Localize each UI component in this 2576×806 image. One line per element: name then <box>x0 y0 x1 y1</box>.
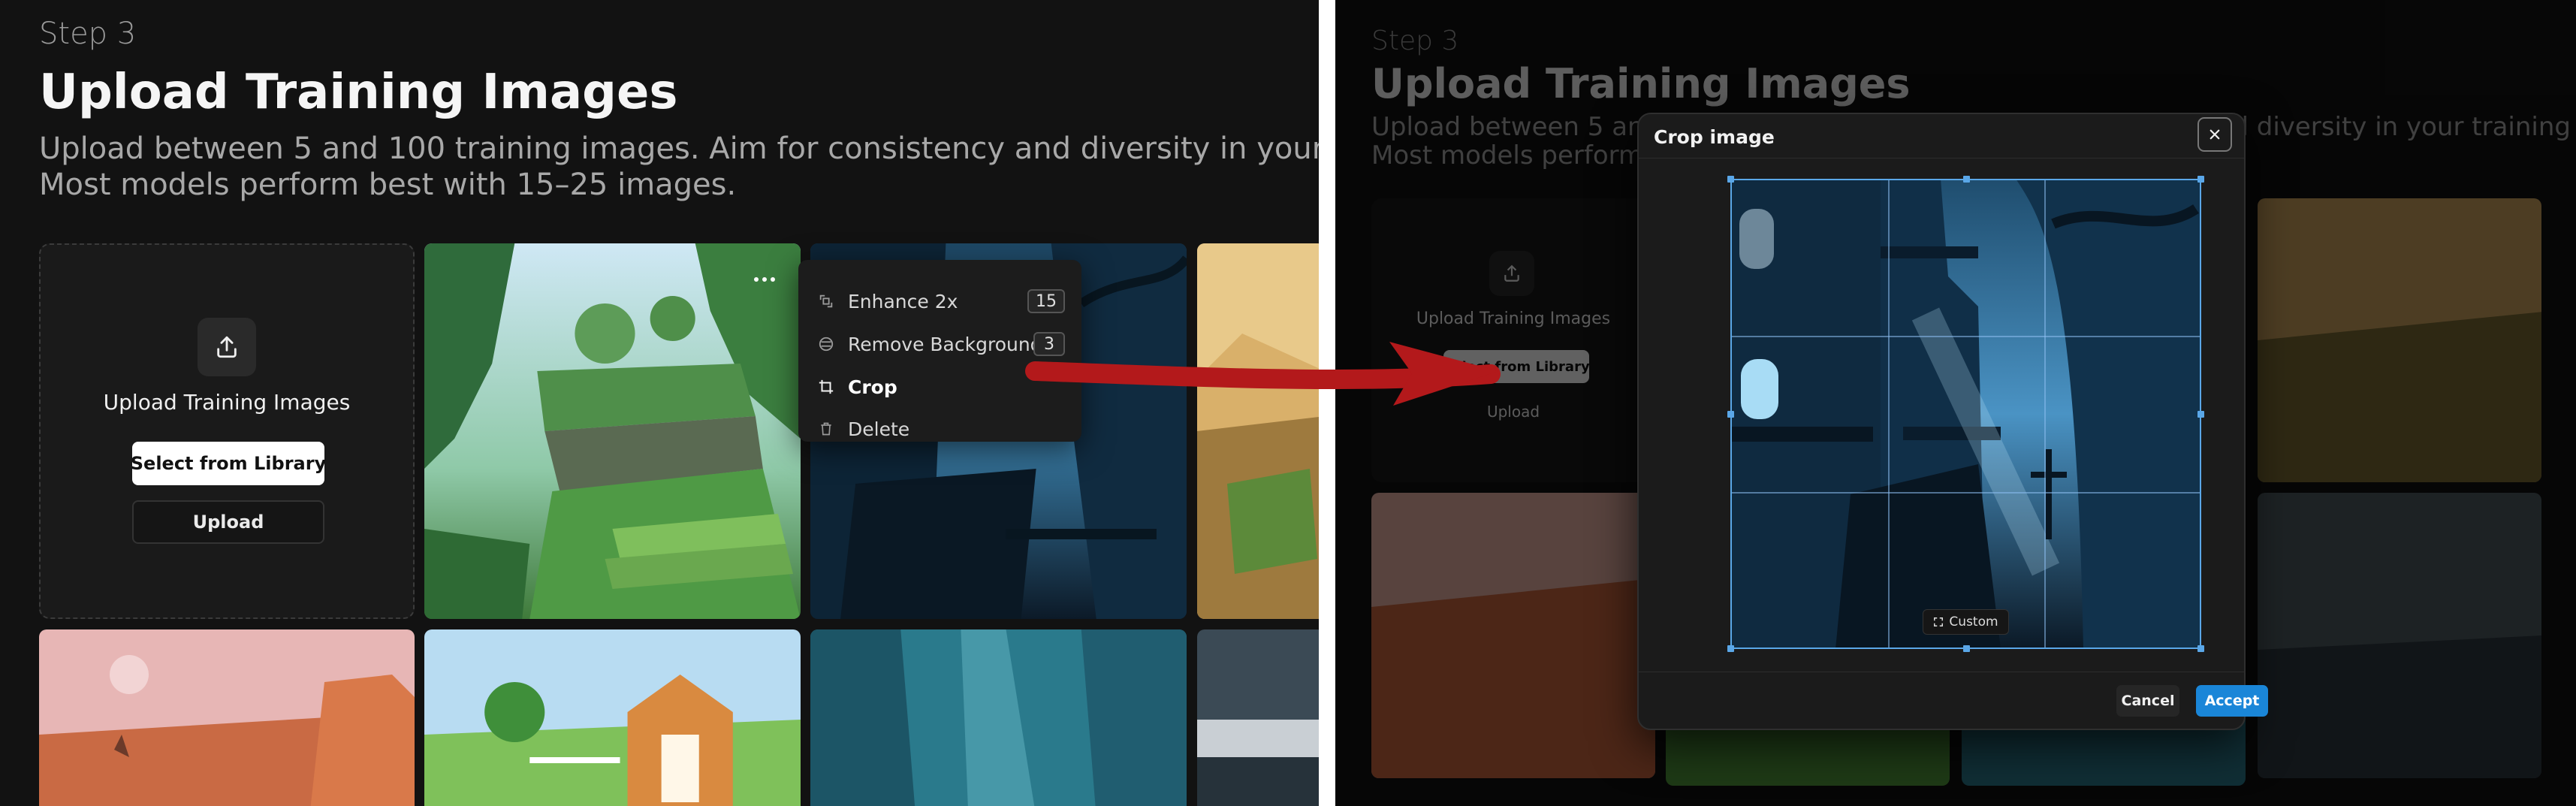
training-image-underwater-art <box>810 629 1187 806</box>
training-image-jungle-art <box>424 243 801 619</box>
grid-line-h2 <box>1732 492 2200 494</box>
select-from-library-button[interactable]: Select from Library <box>131 442 326 485</box>
training-image-street[interactable] <box>1197 629 1319 806</box>
crop-handle-top-left[interactable] <box>1727 176 1734 183</box>
crop-handle-right[interactable] <box>2197 411 2204 418</box>
crop-handle-bottom[interactable] <box>1963 645 1970 652</box>
cancel-button[interactable]: Cancel <box>2116 685 2179 717</box>
left-panel: Step 3 Upload Training Images Upload bet… <box>0 0 1319 806</box>
expand-icon <box>1934 617 1944 626</box>
menu-item-enhance-label: Enhance 2x <box>848 290 958 312</box>
enhance-credit-badge: 15 <box>1027 289 1065 313</box>
upload-button[interactable]: Upload <box>132 500 324 544</box>
training-image-barn[interactable] <box>424 629 801 806</box>
panel-divider <box>1319 0 1335 806</box>
step-label: Step 3 <box>39 17 137 51</box>
training-image-street-art <box>1197 629 1319 806</box>
training-image-desert[interactable] <box>1197 243 1319 619</box>
crop-icon <box>816 377 836 397</box>
aspect-ratio-label: Custom <box>1949 614 1998 629</box>
crop-modal-title: Crop image <box>1654 126 1775 148</box>
description-line-2: Most models perform best with 15–25 imag… <box>39 168 737 202</box>
crop-handle-top-right[interactable] <box>2197 176 2204 183</box>
page-title: Upload Training Images <box>39 65 678 120</box>
training-image-barn-art <box>424 629 801 806</box>
training-image-desert-art <box>1197 243 1319 619</box>
grid-line-v1 <box>1888 180 1890 648</box>
grid-line-v2 <box>2044 180 2046 648</box>
image-context-menu: Enhance 2x 15 Remove Background 3 Crop D… <box>798 260 1081 442</box>
grid-line-h1 <box>1732 336 2200 337</box>
remove-background-credit-badge: 3 <box>1033 332 1065 356</box>
crop-handle-bottom-left[interactable] <box>1727 645 1734 652</box>
more-options-button[interactable] <box>748 270 781 288</box>
menu-item-enhance[interactable]: Enhance 2x <box>816 286 958 316</box>
training-image-jungle[interactable] <box>424 243 801 619</box>
menu-item-remove-background-label: Remove Background <box>848 333 1042 355</box>
description-line-1: Upload between 5 and 100 training images… <box>39 131 1319 166</box>
aspect-ratio-button[interactable]: Custom <box>1923 609 2009 635</box>
menu-item-crop[interactable]: Crop <box>816 372 897 402</box>
training-image-underwater[interactable] <box>810 629 1187 806</box>
upload-card[interactable]: Upload Training Images Select from Libra… <box>39 243 415 619</box>
upload-icon <box>198 318 256 376</box>
remove-background-icon <box>816 334 836 354</box>
training-image-canyon[interactable] <box>39 629 415 806</box>
accept-button[interactable]: Accept <box>2196 685 2268 717</box>
crop-handle-bottom-right[interactable] <box>2197 645 2204 652</box>
menu-item-delete-label: Delete <box>848 418 910 440</box>
crop-image-modal: Crop image Custom Cancel Accept <box>1637 113 2268 730</box>
training-image-canyon-art <box>39 629 415 806</box>
crop-handle-top[interactable] <box>1963 176 1970 183</box>
enhance-icon <box>816 291 836 311</box>
crop-handle-left[interactable] <box>1727 411 1734 418</box>
menu-item-remove-background[interactable]: Remove Background <box>816 329 1042 359</box>
trash-icon <box>816 419 836 439</box>
menu-item-delete[interactable]: Delete <box>816 414 909 444</box>
upload-card-label: Upload Training Images <box>103 390 351 415</box>
close-button[interactable] <box>2197 117 2232 152</box>
menu-item-crop-label: Crop <box>848 376 897 398</box>
close-icon <box>2210 129 2220 140</box>
crop-grid[interactable] <box>1727 176 2204 652</box>
